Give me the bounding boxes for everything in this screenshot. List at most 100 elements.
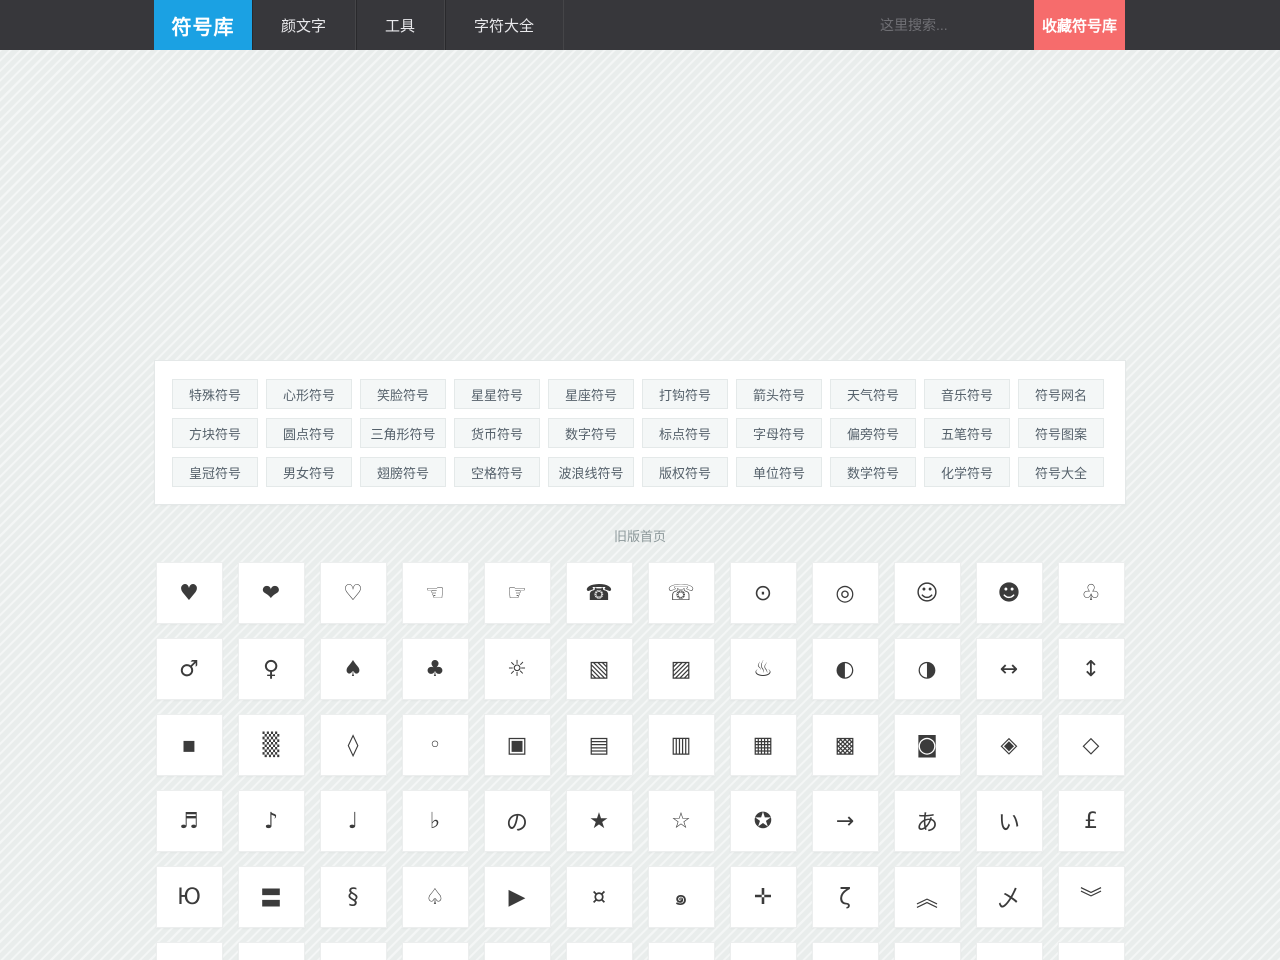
symbol-cell[interactable]	[484, 942, 551, 960]
symbol-cell[interactable]	[320, 942, 387, 960]
symbol-cell[interactable]: ♬	[156, 790, 223, 852]
symbol-cell[interactable]: ︾	[1058, 866, 1125, 928]
symbol-cell[interactable]: £	[1058, 790, 1125, 852]
nav-item-zifudaquan[interactable]: 字符大全	[445, 0, 564, 50]
symbol-cell[interactable]: §	[320, 866, 387, 928]
symbol-cell[interactable]: ♧	[1058, 562, 1125, 624]
symbol-cell[interactable]: ▩	[812, 714, 879, 776]
symbol-cell[interactable]: ☏	[648, 562, 715, 624]
symbol-cell[interactable]: ♭	[402, 790, 469, 852]
category-button[interactable]: 版权符号	[642, 457, 728, 487]
symbol-cell[interactable]: ☎	[566, 562, 633, 624]
category-button[interactable]: 星星符号	[454, 379, 540, 409]
symbol-cell[interactable]: ♥	[156, 562, 223, 624]
symbol-cell[interactable]: ↕	[1058, 638, 1125, 700]
category-button[interactable]: 符号网名	[1018, 379, 1104, 409]
category-button[interactable]: 偏旁符号	[830, 418, 916, 448]
category-button[interactable]: 货币符号	[454, 418, 540, 448]
symbol-cell[interactable]: ▨	[648, 638, 715, 700]
symbol-cell[interactable]	[730, 942, 797, 960]
symbol-cell[interactable]: ๑	[648, 866, 715, 928]
symbol-cell[interactable]: ◎	[812, 562, 879, 624]
old-home-link[interactable]: 旧版首页	[614, 530, 666, 545]
symbol-cell[interactable]: ⊙	[730, 562, 797, 624]
symbol-cell[interactable]: ☆	[648, 790, 715, 852]
symbol-cell[interactable]: ☺	[894, 562, 961, 624]
symbol-cell[interactable]	[566, 942, 633, 960]
symbol-cell[interactable]	[976, 942, 1043, 960]
symbol-cell[interactable]: 〓	[238, 866, 305, 928]
symbol-cell[interactable]: ▪	[156, 714, 223, 776]
search-input[interactable]	[880, 17, 1060, 33]
favorite-button[interactable]: 收藏符号库	[1034, 0, 1125, 50]
symbol-cell[interactable]: ◦	[402, 714, 469, 776]
symbol-cell[interactable]: あ	[894, 790, 961, 852]
symbol-cell[interactable]: ζ	[812, 866, 879, 928]
symbol-cell[interactable]: ◑	[894, 638, 961, 700]
symbol-cell[interactable]: ❤	[238, 562, 305, 624]
category-button[interactable]: 笑脸符号	[360, 379, 446, 409]
symbol-cell[interactable]: ↔	[976, 638, 1043, 700]
symbol-cell[interactable]: ︽	[894, 866, 961, 928]
category-button[interactable]: 男女符号	[266, 457, 352, 487]
symbol-cell[interactable]: ◐	[812, 638, 879, 700]
symbol-cell[interactable]	[156, 942, 223, 960]
symbol-cell[interactable]: の	[484, 790, 551, 852]
symbol-cell[interactable]: ▦	[730, 714, 797, 776]
symbol-cell[interactable]: ☻	[976, 562, 1043, 624]
symbol-cell[interactable]: ◇	[1058, 714, 1125, 776]
category-button[interactable]: 空格符号	[454, 457, 540, 487]
symbol-cell[interactable]: ☜	[402, 562, 469, 624]
category-button[interactable]: 标点符号	[642, 418, 728, 448]
category-button[interactable]: 符号图案	[1018, 418, 1104, 448]
symbol-cell[interactable]: ♤	[402, 866, 469, 928]
symbol-cell[interactable]: Ю	[156, 866, 223, 928]
category-button[interactable]: 符号大全	[1018, 457, 1104, 487]
symbol-cell[interactable]: ◈	[976, 714, 1043, 776]
symbol-cell[interactable]	[402, 942, 469, 960]
symbol-cell[interactable]: →	[812, 790, 879, 852]
symbol-cell[interactable]	[238, 942, 305, 960]
symbol-cell[interactable]: ▶	[484, 866, 551, 928]
symbol-cell[interactable]	[648, 942, 715, 960]
symbol-cell[interactable]: ♨	[730, 638, 797, 700]
symbol-cell[interactable]: ☼	[484, 638, 551, 700]
symbol-cell[interactable]: ♡	[320, 562, 387, 624]
symbol-cell[interactable]: ♪	[238, 790, 305, 852]
nav-item-yanwenzi[interactable]: 颜文字	[252, 0, 356, 50]
symbol-cell[interactable]: ♀	[238, 638, 305, 700]
category-button[interactable]: 心形符号	[266, 379, 352, 409]
category-button[interactable]: 圆点符号	[266, 418, 352, 448]
symbol-cell[interactable]: ▣	[484, 714, 551, 776]
symbol-cell[interactable]: ▧	[566, 638, 633, 700]
category-button[interactable]: 音乐符号	[924, 379, 1010, 409]
symbol-cell[interactable]: ◙	[894, 714, 961, 776]
symbol-cell[interactable]	[812, 942, 879, 960]
category-button[interactable]: 天气符号	[830, 379, 916, 409]
symbol-cell[interactable]: ▤	[566, 714, 633, 776]
symbol-cell[interactable]: ✪	[730, 790, 797, 852]
category-button[interactable]: 皇冠符号	[172, 457, 258, 487]
symbol-cell[interactable]	[894, 942, 961, 960]
symbol-cell[interactable]: ✛	[730, 866, 797, 928]
category-button[interactable]: 三角形符号	[360, 418, 446, 448]
symbol-cell[interactable]: ▒	[238, 714, 305, 776]
category-button[interactable]: 五笔符号	[924, 418, 1010, 448]
symbol-cell[interactable]: 乄	[976, 866, 1043, 928]
logo[interactable]: 符号库	[154, 0, 252, 50]
symbol-cell[interactable]: ☞	[484, 562, 551, 624]
symbol-cell[interactable]: ★	[566, 790, 633, 852]
category-button[interactable]: 特殊符号	[172, 379, 258, 409]
category-button[interactable]: 单位符号	[736, 457, 822, 487]
nav-item-gongju[interactable]: 工具	[356, 0, 445, 50]
category-button[interactable]: 化学符号	[924, 457, 1010, 487]
symbol-cell[interactable]: ♩	[320, 790, 387, 852]
category-button[interactable]: 星座符号	[548, 379, 634, 409]
category-button[interactable]: 打钩符号	[642, 379, 728, 409]
symbol-cell[interactable]: ♂	[156, 638, 223, 700]
category-button[interactable]: 波浪线符号	[548, 457, 634, 487]
symbol-cell[interactable]: ♠	[320, 638, 387, 700]
symbol-cell[interactable]: い	[976, 790, 1043, 852]
symbol-cell[interactable]: ¤	[566, 866, 633, 928]
symbol-cell[interactable]: ♣	[402, 638, 469, 700]
